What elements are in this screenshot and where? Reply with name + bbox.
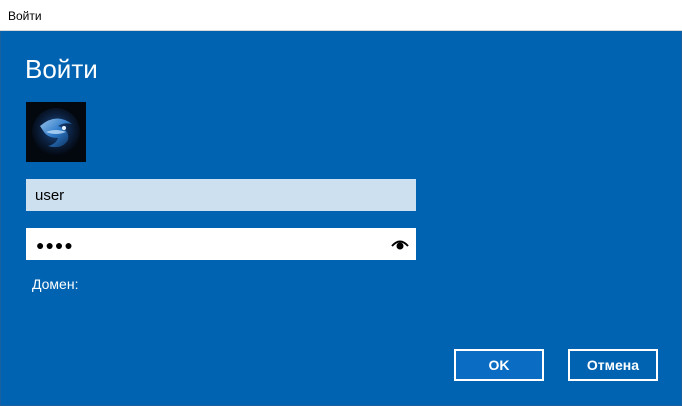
cancel-button[interactable]: Отмена [568,349,658,381]
username-field[interactable] [26,179,416,211]
window-title: Войти [8,9,42,23]
window-titlebar: Войти [0,0,682,31]
dialog-heading: Войти [25,54,98,84]
eye-icon[interactable] [391,237,409,251]
avatar-emblem-icon [26,102,86,162]
password-input[interactable]: ●●●● [36,238,74,252]
password-field[interactable]: ●●●● [26,228,416,260]
user-avatar [26,102,86,162]
sign-in-dialog: Войти ●●●● [0,31,682,406]
ok-button[interactable]: OK [454,349,544,381]
domain-label: Домен: [32,276,79,292]
username-input[interactable] [27,180,415,210]
